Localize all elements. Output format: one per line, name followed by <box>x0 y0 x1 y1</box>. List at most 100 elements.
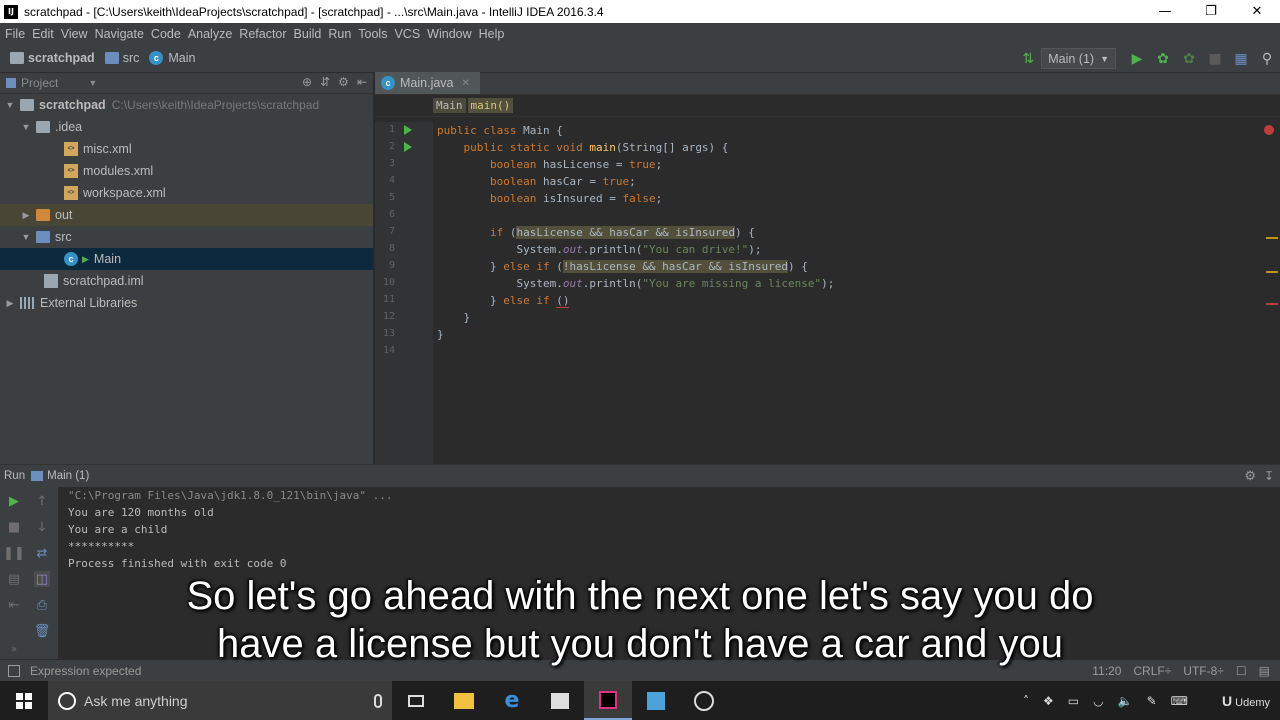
menu-view[interactable]: View <box>58 27 91 41</box>
file-explorer-icon[interactable] <box>440 681 488 720</box>
up-arrow-icon[interactable]: ↑ <box>34 493 50 509</box>
breadcrumb-method[interactable]: main() <box>467 98 514 113</box>
breadcrumb-class[interactable]: Main <box>433 98 466 113</box>
stop-icon[interactable]: ■ <box>6 519 22 535</box>
notepad-icon[interactable] <box>632 681 680 720</box>
run-gutter-icon[interactable] <box>404 142 412 152</box>
menu-analyze[interactable]: Analyze <box>185 27 235 41</box>
cortana-search[interactable]: Ask me anything <box>48 681 392 720</box>
restore-button[interactable]: ❐ <box>1188 0 1234 23</box>
chevron-up-icon[interactable]: ˄ <box>1023 694 1029 708</box>
menu-tools[interactable]: Tools <box>355 27 390 41</box>
nav-crumb-project[interactable]: scratchpad <box>10 51 95 65</box>
volume-icon[interactable]: 🔈 <box>1118 694 1133 708</box>
store-icon[interactable] <box>536 681 584 720</box>
minimize-button[interactable]: — <box>1142 0 1188 23</box>
menu-code[interactable]: Code <box>148 27 184 41</box>
line-number: 14 <box>382 345 395 356</box>
soft-wrap-icon[interactable]: ⇄ <box>34 545 50 561</box>
console-output[interactable]: "C:\Program Files\Java\jdk1.8.0_121\bin\… <box>68 487 393 572</box>
pen-icon[interactable]: ✎ <box>1147 694 1157 708</box>
collapse-all-icon[interactable]: ⇵ <box>320 75 330 89</box>
gear-icon[interactable]: ⚙ <box>338 75 349 89</box>
intellij-taskbar-icon[interactable] <box>584 681 632 720</box>
tree-item-main[interactable]: c ▶ Main <box>0 248 373 270</box>
edge-icon[interactable]: e <box>488 681 536 720</box>
close-tab-icon[interactable]: ✕ <box>462 78 470 89</box>
menu-help[interactable]: Help <box>476 27 508 41</box>
nav-crumb-src[interactable]: src <box>104 51 139 65</box>
coverage-icon[interactable]: ✿ <box>1181 51 1197 67</box>
tree-item-scratchpad[interactable]: ▼ scratchpad C:\Users\keith\IdeaProjects… <box>0 94 373 116</box>
tab-main-java[interactable]: c Main.java ✕ <box>375 72 480 94</box>
tree-item-idea[interactable]: ▼ .idea <box>0 116 373 138</box>
run-icon[interactable]: ▶ <box>1129 51 1145 67</box>
rerun-icon[interactable]: ▶ <box>6 493 22 509</box>
gear-icon[interactable]: ⚙ <box>1244 468 1256 484</box>
code-line: boolean hasLicense = true; <box>489 158 663 171</box>
scroll-from-source-icon[interactable]: ⊕ <box>302 75 312 89</box>
warning-marker[interactable] <box>1266 271 1278 273</box>
task-view-icon[interactable] <box>392 681 440 720</box>
system-tray: ˄ ❖ ▭ ◡ 🔈 ✎ ⌨ U Udemy <box>1023 681 1280 720</box>
console-line: "C:\Program Files\Java\jdk1.8.0_121\bin\… <box>68 489 393 502</box>
menu-build[interactable]: Build <box>291 27 325 41</box>
tree-item-label: src <box>55 230 72 244</box>
collapsed-arrow-icon[interactable]: ▶ <box>20 210 32 221</box>
obs-icon[interactable] <box>680 681 728 720</box>
line-number: 5 <box>388 192 395 203</box>
project-structure-icon[interactable]: ▦ <box>1233 51 1249 67</box>
run-gutter-icon[interactable] <box>404 125 412 135</box>
tree-item-modules-xml[interactable]: <> modules.xml <box>0 160 373 182</box>
wifi-icon[interactable]: ◡ <box>1093 694 1103 708</box>
nav-crumb-main[interactable]: c Main <box>149 51 195 65</box>
tree-item-scratchpad-iml[interactable]: scratchpad.iml <box>0 270 373 292</box>
tree-item-out[interactable]: ▶ out <box>0 204 373 226</box>
run-config-tab[interactable]: Main (1) <box>47 470 89 482</box>
vcs-update-icon[interactable]: ⇅ <box>1020 51 1036 67</box>
close-button[interactable]: ✕ <box>1234 0 1280 23</box>
microphone-icon[interactable] <box>374 693 382 708</box>
tree-item-misc-xml[interactable]: <> misc.xml <box>0 138 373 160</box>
line-number: 2 <box>388 141 395 152</box>
collapsed-arrow-icon[interactable]: ▶ <box>4 298 16 309</box>
line-number: 11 <box>382 294 395 305</box>
hide-panel-icon[interactable]: ⇤ <box>357 75 367 89</box>
code-line: public static void main(String[] args) { <box>463 141 729 154</box>
run-config-select[interactable]: Main (1) ▼ <box>1041 48 1116 69</box>
menu-refactor[interactable]: Refactor <box>236 27 289 41</box>
console-icon <box>31 471 44 481</box>
tree-item-label: out <box>55 208 73 222</box>
expanded-arrow-icon[interactable]: ▼ <box>20 232 32 242</box>
menu-run[interactable]: Run <box>325 27 354 41</box>
tree-item-label: scratchpad.iml <box>63 274 144 288</box>
hide-panel-icon[interactable]: ↧ <box>1264 469 1274 483</box>
console-line: You are a child <box>68 523 168 536</box>
debug-icon[interactable]: ✿ <box>1155 51 1171 67</box>
warning-marker[interactable] <box>1266 237 1278 239</box>
error-marker[interactable] <box>1266 303 1278 305</box>
menu-navigate[interactable]: Navigate <box>92 27 147 41</box>
menu-edit[interactable]: Edit <box>29 27 57 41</box>
error-indicator-icon[interactable] <box>1264 125 1274 135</box>
keyboard-icon[interactable]: ⌨ <box>1171 694 1188 708</box>
tree-item-external-libraries[interactable]: ▶ External Libraries <box>0 292 373 314</box>
expanded-arrow-icon[interactable]: ▼ <box>20 122 32 132</box>
start-button[interactable] <box>0 681 48 720</box>
tree-item-workspace-xml[interactable]: <> workspace.xml <box>0 182 373 204</box>
project-panel-title[interactable]: Project <box>21 76 58 90</box>
expanded-arrow-icon[interactable]: ▼ <box>4 100 16 110</box>
pause-icon[interactable]: ❚❚ <box>3 545 25 561</box>
battery-icon[interactable]: ▭ <box>1068 694 1079 708</box>
menu-window[interactable]: Window <box>424 27 474 41</box>
menu-vcs[interactable]: VCS <box>391 27 423 41</box>
chevron-down-icon[interactable]: ▼ <box>88 78 97 88</box>
menu-file[interactable]: File <box>2 27 28 41</box>
down-arrow-icon[interactable]: ↓ <box>34 519 50 535</box>
stop-icon[interactable]: ■ <box>1207 51 1223 67</box>
code-line: System.out.println("You are missing a li… <box>437 277 835 290</box>
dropbox-icon[interactable]: ❖ <box>1043 694 1054 708</box>
console-line: You are 120 months old <box>68 506 214 519</box>
search-icon[interactable]: ⚲ <box>1259 51 1275 67</box>
tree-item-src[interactable]: ▼ src <box>0 226 373 248</box>
